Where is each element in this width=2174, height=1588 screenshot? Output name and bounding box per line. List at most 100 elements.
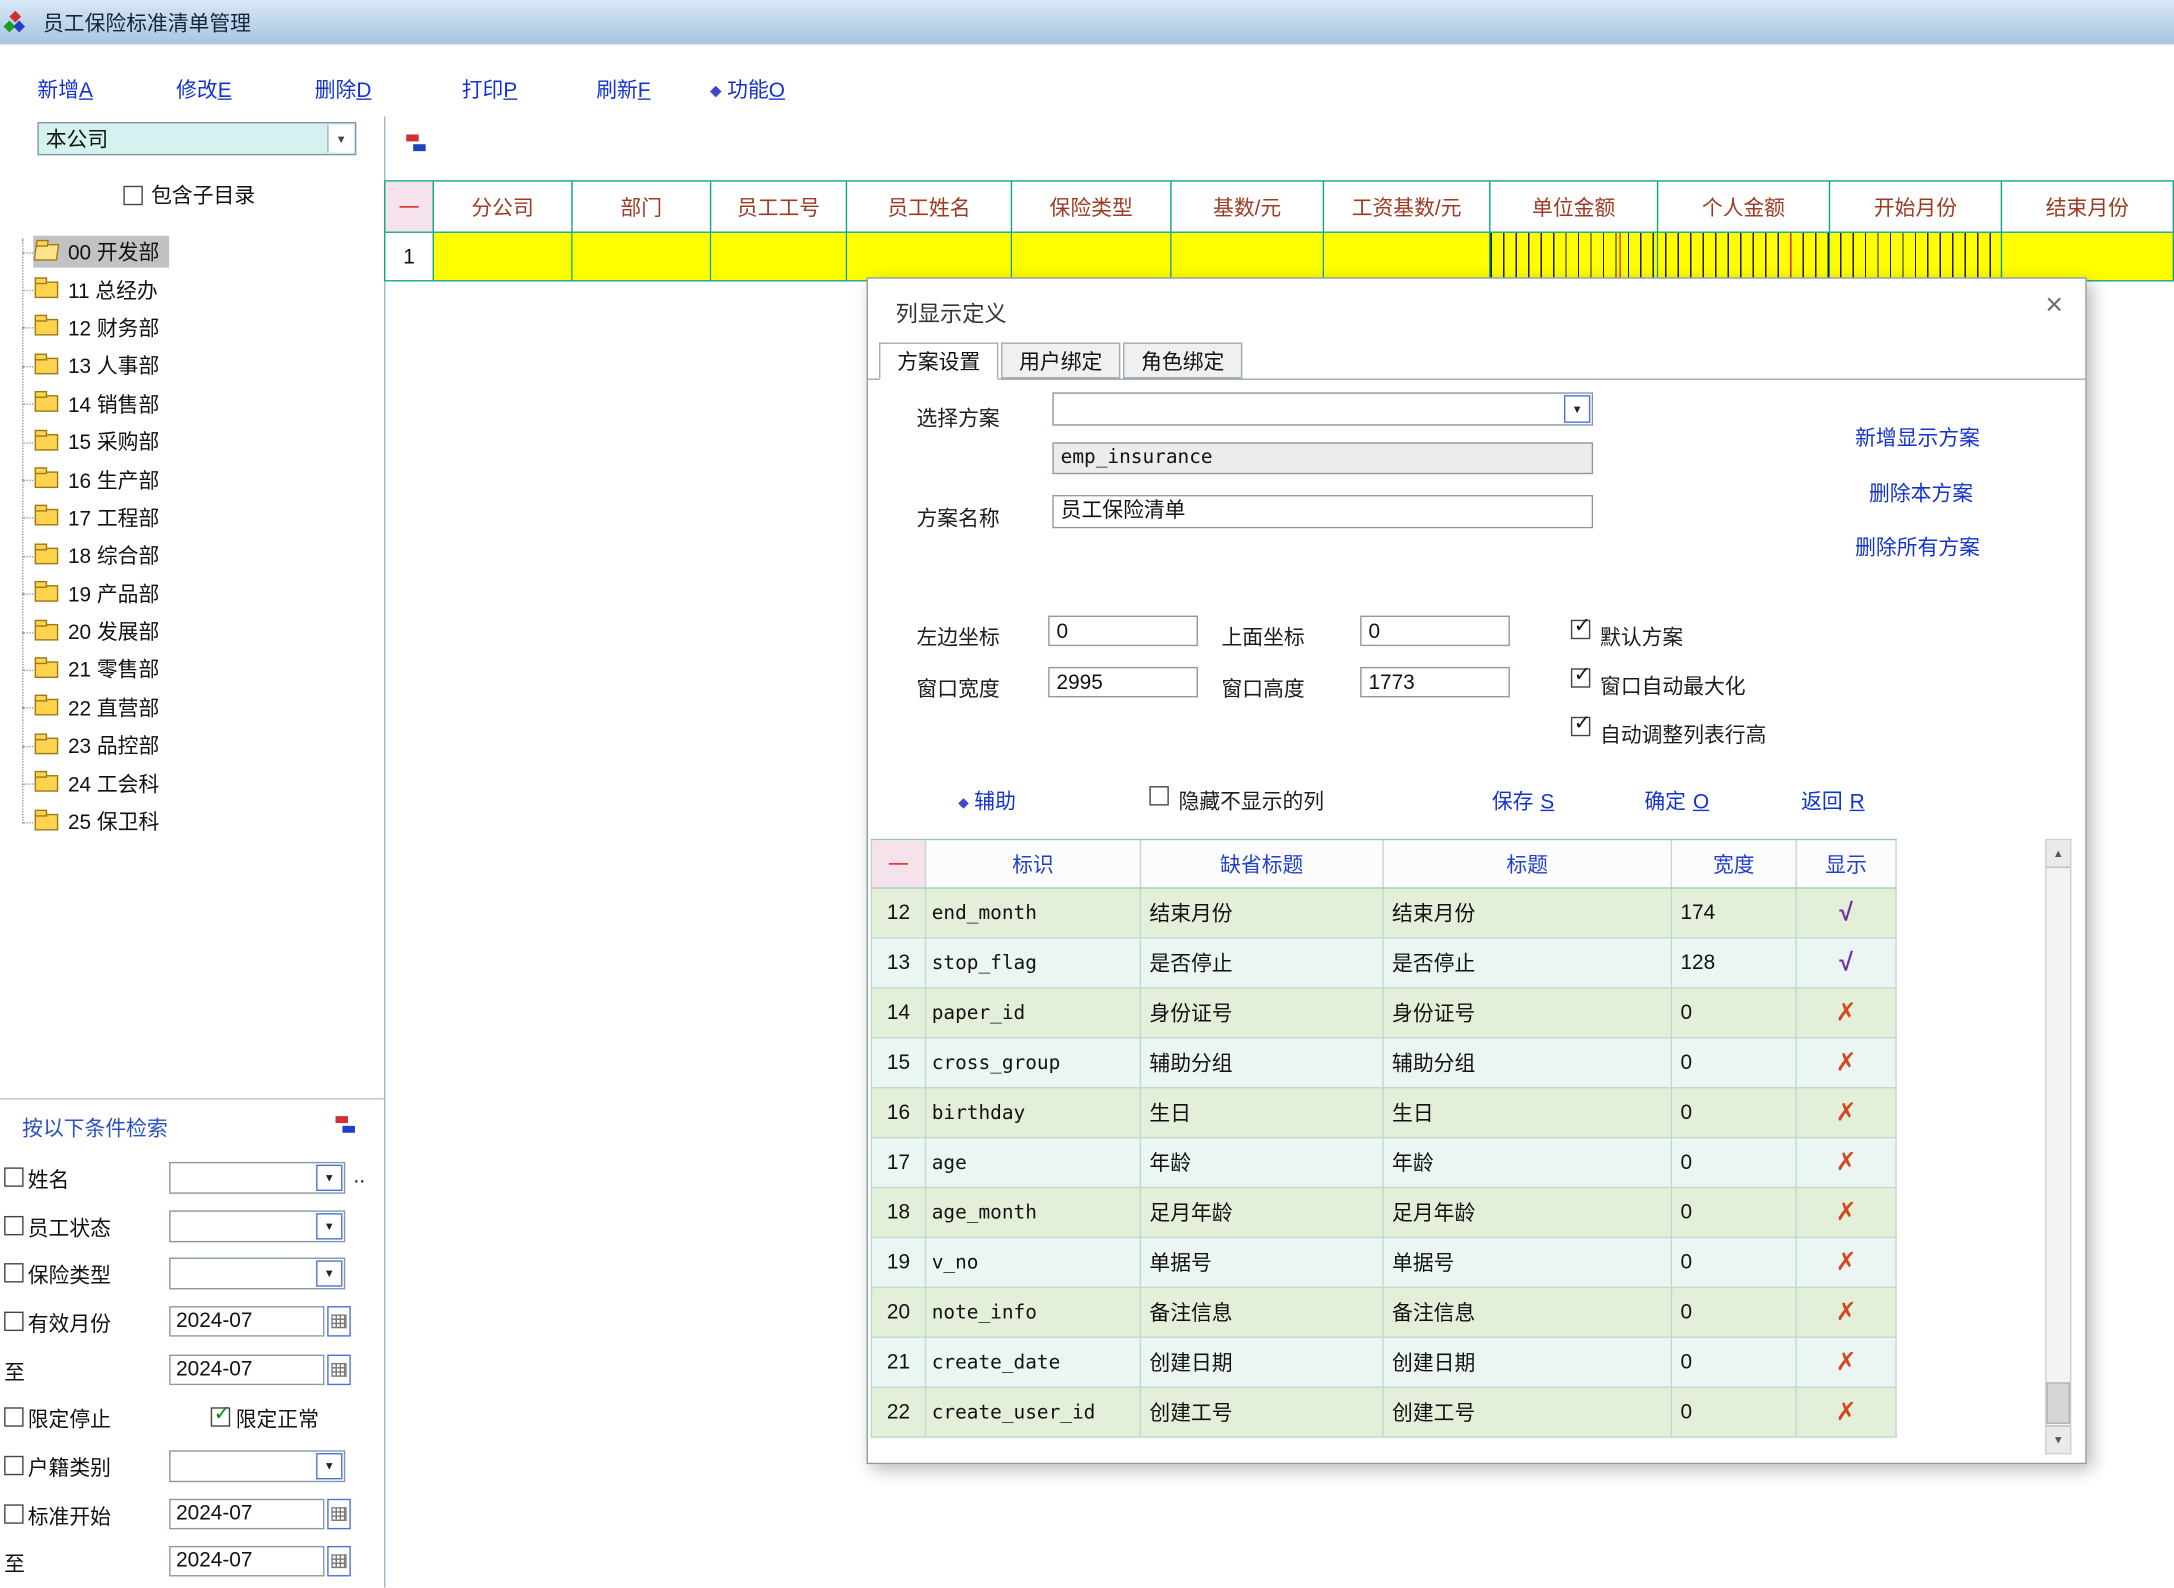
print-button[interactable]: 打印P (462, 75, 518, 104)
scrollbar-thumb[interactable] (2046, 1382, 2070, 1424)
calendar-picker-button[interactable] (327, 1306, 351, 1337)
tree-item[interactable]: 16 生产部 (11, 461, 374, 499)
grid-cell[interactable] (434, 233, 573, 280)
col-header-salary-base[interactable]: 工资基数/元 (1324, 182, 1490, 232)
name-more-button[interactable]: .. (354, 1165, 366, 1189)
add-scheme-link[interactable]: 新增显示方案 (1855, 423, 1980, 452)
tree-item[interactable]: 13 人事部 (11, 347, 374, 385)
function-menu-button[interactable]: ◆功能O (710, 75, 785, 104)
grid-cell[interactable] (847, 233, 1012, 280)
col-header-end-month[interactable]: 结束月份 (2002, 182, 2174, 232)
tree-item[interactable]: 14 销售部 (11, 385, 374, 423)
chevron-down-icon[interactable]: ▼ (316, 1260, 342, 1286)
calendar-picker-button[interactable] (327, 1499, 351, 1530)
chevron-down-icon[interactable]: ▼ (327, 125, 353, 153)
name-select[interactable]: ▼ (169, 1162, 345, 1194)
header-default-title[interactable]: 缺省标题 (1141, 840, 1384, 887)
stdstart-input[interactable]: 2024-07 (169, 1499, 324, 1530)
tree-item[interactable]: 18 综合部 (11, 537, 374, 575)
col-header-branch[interactable]: 分公司 (434, 182, 573, 232)
tree-item[interactable]: 17 工程部 (11, 499, 374, 537)
col-header-emp-no[interactable]: 员工工号 (711, 182, 847, 232)
limit-normal-checkbox[interactable] (211, 1407, 230, 1426)
delete-scheme-link[interactable]: 删除本方案 (1869, 478, 1973, 507)
columns-table-row[interactable]: 18age_month足月年龄足月年龄0✗ (871, 1188, 1897, 1238)
instype-select[interactable]: ▼ (169, 1258, 345, 1290)
save-button[interactable]: 保存S (1492, 786, 1554, 815)
win-height-input[interactable]: 1773 (1360, 667, 1510, 698)
validmonth-checkbox[interactable] (4, 1312, 23, 1331)
tree-item[interactable]: 25 保卫科 (11, 803, 374, 841)
tree-item[interactable]: 20 发展部 (11, 613, 374, 651)
columns-table-row[interactable]: 22create_user_id创建工号创建工号0✗ (871, 1388, 1897, 1438)
return-button[interactable]: 返回R (1801, 786, 1865, 815)
tab-role-binding[interactable]: 角色绑定 (1123, 342, 1242, 378)
chevron-down-icon[interactable]: ▼ (316, 1453, 342, 1479)
header-identifier[interactable]: 标识 (926, 840, 1141, 887)
aux-menu-button[interactable]: ◆辅助 (958, 786, 1016, 815)
columns-table-row[interactable]: 13stop_flag是否停止是否停止128√ (871, 939, 1897, 989)
col-header-department[interactable]: 部门 (573, 182, 712, 232)
left-coord-input[interactable]: 0 (1048, 616, 1198, 647)
grid-cell[interactable] (2002, 233, 2174, 280)
scheme-id-input[interactable]: emp_insurance (1052, 442, 1593, 474)
household-select[interactable]: ▼ (169, 1450, 345, 1482)
tree-item[interactable]: 00 开发部 (11, 233, 374, 271)
include-sub-checkbox[interactable] (123, 185, 142, 204)
status-select[interactable]: ▼ (169, 1210, 345, 1242)
col-header-unit-amount[interactable]: 单位金额 (1490, 182, 1658, 232)
calendar-picker-button[interactable] (327, 1355, 351, 1386)
ok-button[interactable]: 确定O (1644, 786, 1709, 815)
tree-item[interactable]: 15 采购部 (11, 423, 374, 461)
col-header-personal-amount[interactable]: 个人金额 (1658, 182, 1830, 232)
tree-item[interactable]: 23 品控部 (11, 727, 374, 765)
col-header-ins-type[interactable]: 保险类型 (1012, 182, 1171, 232)
auto-row-height-checkbox[interactable] (1571, 717, 1590, 736)
grid-cell[interactable] (711, 233, 847, 280)
columns-table-row[interactable]: 12end_month结束月份结束月份174√ (871, 889, 1897, 939)
grid-row[interactable]: 1 (384, 233, 2174, 282)
name-checkbox[interactable] (4, 1167, 23, 1186)
transfer-icon[interactable] (336, 1116, 355, 1133)
refresh-button[interactable]: 刷新F (596, 75, 650, 104)
columns-table-row[interactable]: 14paper_id身份证号身份证号0✗ (871, 989, 1897, 1039)
tree-item[interactable]: 19 产品部 (11, 575, 374, 613)
columns-table-row[interactable]: 20note_info备注信息备注信息0✗ (871, 1288, 1897, 1338)
columns-table-row[interactable]: 16birthday生日生日0✗ (871, 1088, 1897, 1138)
hide-columns-checkbox[interactable] (1149, 786, 1168, 805)
columns-table-row[interactable]: 17age年龄年龄0✗ (871, 1138, 1897, 1188)
window-titlebar[interactable]: 员工保险标准清单管理 (0, 0, 2174, 44)
limit-stop-checkbox[interactable] (4, 1407, 23, 1426)
chevron-down-icon[interactable]: ▼ (316, 1165, 342, 1191)
tree-item[interactable]: 21 零售部 (11, 651, 374, 689)
win-width-input[interactable]: 2995 (1048, 667, 1198, 698)
scheme-select[interactable]: ▼ (1052, 392, 1593, 425)
col-header-emp-name[interactable]: 员工姓名 (847, 182, 1012, 232)
company-select[interactable]: 本公司 ▼ (37, 122, 356, 155)
tree-item[interactable]: 22 直营部 (11, 689, 374, 727)
grid-cell[interactable] (1012, 233, 1171, 280)
close-icon[interactable]: × (2045, 287, 2063, 323)
validto-input[interactable]: 2024-07 (169, 1355, 324, 1386)
status-checkbox[interactable] (4, 1216, 23, 1235)
stdstart-checkbox[interactable] (4, 1504, 23, 1523)
header-show[interactable]: 显示 (1797, 840, 1897, 887)
top-coord-input[interactable]: 0 (1360, 616, 1510, 647)
stdto-input[interactable]: 2024-07 (169, 1546, 324, 1577)
default-scheme-checkbox[interactable] (1571, 620, 1590, 639)
tree-item[interactable]: 11 总经办 (11, 271, 374, 309)
table-scrollbar[interactable]: ▲ ▼ (2045, 839, 2071, 1455)
scheme-name-input[interactable]: 员工保险清单 (1052, 495, 1593, 528)
header-title[interactable]: 标题 (1384, 840, 1672, 887)
chevron-down-icon[interactable]: ▼ (1564, 395, 1590, 423)
add-button[interactable]: 新增A (37, 75, 93, 104)
validmonth-input[interactable]: 2024-07 (169, 1306, 324, 1337)
columns-table-row[interactable]: 21create_date创建日期创建日期0✗ (871, 1338, 1897, 1388)
grid-cell[interactable] (573, 233, 712, 280)
tab-scheme-settings[interactable]: 方案设置 (879, 342, 998, 379)
household-checkbox[interactable] (4, 1456, 23, 1475)
tab-user-binding[interactable]: 用户绑定 (1001, 342, 1120, 378)
grid-cell[interactable] (1324, 233, 1490, 280)
col-header-start-month[interactable]: 开始月份 (1830, 182, 2002, 232)
chevron-down-icon[interactable]: ▼ (316, 1213, 342, 1239)
